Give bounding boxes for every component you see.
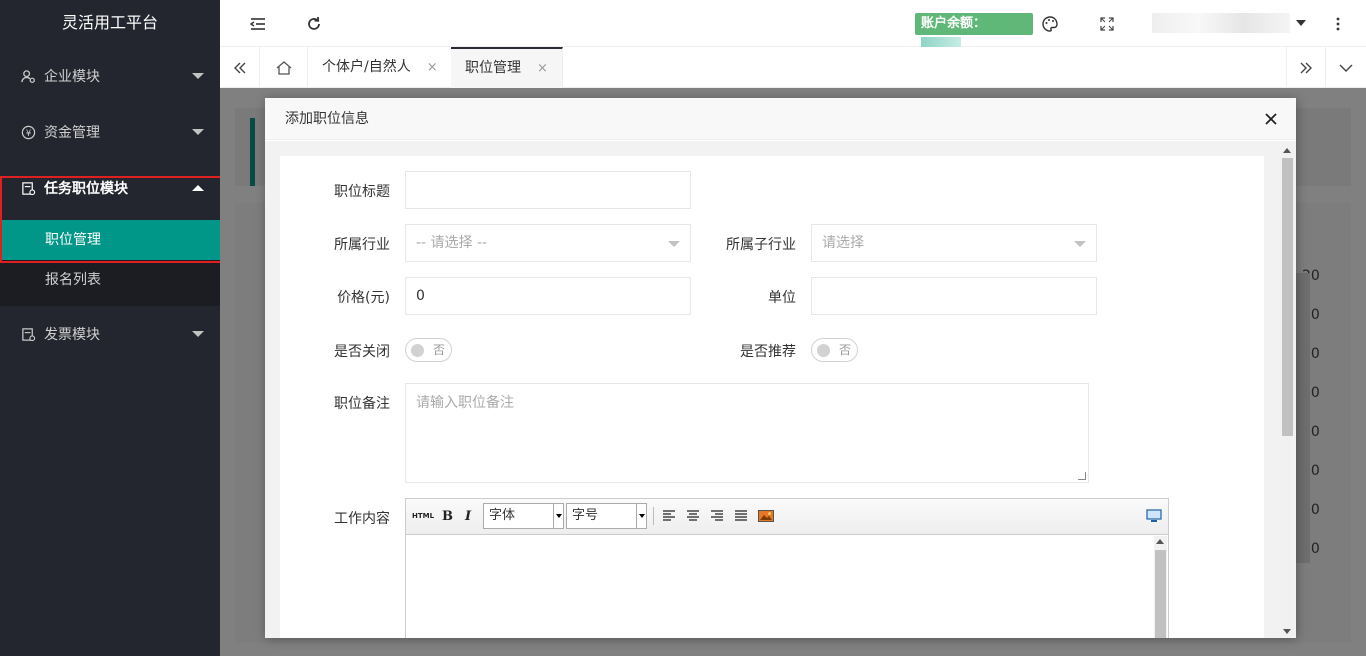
insert-image-icon[interactable] xyxy=(758,507,774,525)
yen-icon: ¥ xyxy=(20,124,36,140)
sidebar-submenu: 职位管理 报名列表 xyxy=(0,220,220,306)
sidebar-item-label: 企业模块 xyxy=(44,69,100,85)
home-icon[interactable] xyxy=(260,47,308,88)
sidebar-item-enterprise[interactable]: 企业模块 xyxy=(0,48,220,104)
title-label: 职位标题 xyxy=(334,184,390,200)
chevron-down-icon xyxy=(636,504,646,528)
recommend-toggle[interactable]: 否 xyxy=(811,338,858,362)
price-label: 价格(元) xyxy=(337,290,390,306)
sub-industry-placeholder: 请选择 xyxy=(822,235,864,251)
toggle-knob xyxy=(817,344,830,357)
font-family-select[interactable]: 字体 xyxy=(483,503,564,529)
sub-industry-select[interactable]: 请选择 xyxy=(811,224,1097,262)
background-scrollbar xyxy=(1296,273,1310,563)
close-icon[interactable] xyxy=(1260,108,1282,130)
toggle-knob xyxy=(411,344,424,357)
remark-placeholder: 请输入职位备注 xyxy=(416,395,514,411)
chevron-down-icon xyxy=(1074,241,1086,247)
sidebar-subitem-position-management[interactable]: 职位管理 xyxy=(0,220,220,260)
more-vertical-icon[interactable] xyxy=(1326,12,1350,36)
editor-toolbar: HTML B I 字体 字号 xyxy=(406,499,1168,535)
resize-handle[interactable] xyxy=(1078,472,1086,480)
align-left-icon[interactable] xyxy=(662,507,676,525)
italic-button[interactable]: I xyxy=(465,507,471,525)
scroll-thumb[interactable] xyxy=(1282,158,1293,436)
closed-toggle[interactable]: 否 xyxy=(405,338,452,362)
align-center-icon[interactable] xyxy=(686,507,700,525)
app-title: 灵活用工平台 xyxy=(61,13,158,32)
tab-label: 个体户/自然人 xyxy=(322,59,411,75)
tab-position-management[interactable]: 职位管理 × xyxy=(451,47,563,88)
caret-down-icon[interactable] xyxy=(1296,20,1306,26)
sub-industry-label: 所属子行业 xyxy=(726,237,796,253)
remark-textarea[interactable]: 请输入职位备注 xyxy=(405,383,1089,483)
tabs-dropdown-icon[interactable] xyxy=(1326,47,1366,88)
scroll-up-arrow[interactable] xyxy=(1283,148,1291,153)
rich-text-editor[interactable]: HTML B I 字体 字号 xyxy=(405,498,1169,638)
close-icon[interactable]: × xyxy=(427,60,438,75)
theme-palette-icon[interactable] xyxy=(1038,12,1062,36)
chevron-down-icon xyxy=(192,73,204,79)
industry-placeholder: -- 请选择 -- xyxy=(416,235,488,251)
tab-bar: 个体户/自然人 × 职位管理 × xyxy=(220,47,1366,88)
chevron-down-icon xyxy=(668,241,680,247)
tabs-scroll-left-icon[interactable] xyxy=(220,47,260,88)
industry-label: 所属行业 xyxy=(334,237,390,253)
toolbar-divider xyxy=(653,507,654,525)
scroll-down-arrow[interactable] xyxy=(1283,629,1291,634)
align-justify-icon[interactable] xyxy=(734,507,748,525)
refresh-icon[interactable] xyxy=(302,12,326,36)
fullscreen-icon[interactable] xyxy=(1095,12,1119,36)
closed-label: 是否关闭 xyxy=(334,344,390,360)
chevron-down-icon xyxy=(192,129,204,135)
sidebar-item-invoice[interactable]: 发票模块 xyxy=(0,306,220,362)
bold-button[interactable]: B xyxy=(442,507,453,525)
sidebar-item-task-position[interactable]: 任务职位模块 xyxy=(0,160,220,216)
chevron-down-icon xyxy=(553,504,563,528)
fullscreen-preview-icon[interactable] xyxy=(1146,507,1162,525)
position-form: 职位标题 所属行业 -- 请选择 -- 所属子行业 请选择 价格(元) 0 单位… xyxy=(280,156,1264,638)
add-position-dialog: 添加职位信息 职位标题 所属行业 -- 请选择 -- 所属子行业 请选择 价格(… xyxy=(265,98,1296,638)
size-select-label: 字号 xyxy=(572,508,599,523)
recommend-label: 是否推荐 xyxy=(740,344,796,360)
toggle-text: 否 xyxy=(433,343,446,357)
editor-scrollbar[interactable] xyxy=(1154,536,1167,638)
balance-label: 账户余额： xyxy=(921,16,987,31)
unit-label: 单位 xyxy=(768,290,796,306)
chevron-up-icon xyxy=(192,185,204,191)
toggle-text: 否 xyxy=(839,343,852,357)
unit-input[interactable] xyxy=(811,277,1097,315)
tab-label: 职位管理 xyxy=(465,60,521,76)
price-input[interactable]: 0 xyxy=(405,277,691,315)
task-icon xyxy=(20,180,36,196)
font-select-label: 字体 xyxy=(489,508,516,523)
align-right-icon[interactable] xyxy=(710,507,724,525)
menu-collapse-icon[interactable] xyxy=(246,12,270,36)
user-settings-icon xyxy=(20,68,36,84)
remark-label: 职位备注 xyxy=(334,396,390,412)
sidebar-subitem-signup-list[interactable]: 报名列表 xyxy=(0,260,220,300)
svg-text:¥: ¥ xyxy=(25,127,31,137)
tab-individual[interactable]: 个体户/自然人 × xyxy=(308,47,453,88)
sidebar-item-finance[interactable]: ¥ 资金管理 xyxy=(0,104,220,160)
dialog-body: 职位标题 所属行业 -- 请选择 -- 所属子行业 请选择 价格(元) 0 单位… xyxy=(265,141,1296,638)
close-icon[interactable]: × xyxy=(537,61,548,76)
position-title-input[interactable] xyxy=(405,171,691,209)
user-name-redacted[interactable] xyxy=(1152,13,1290,33)
account-balance-badge: 账户余额： xyxy=(915,13,1033,55)
sidebar-item-label: 任务职位模块 xyxy=(44,181,128,197)
industry-select[interactable]: -- 请选择 -- xyxy=(405,224,691,262)
top-header: 账户余额： xyxy=(220,0,1366,55)
sidebar: 灵活用工平台 企业模块 ¥ 资金管理 任务职位模块 职位管理 报名列表 发票模块 xyxy=(0,0,222,656)
invoice-icon xyxy=(20,326,36,342)
sidebar-item-label: 发票模块 xyxy=(44,327,100,343)
chevron-down-icon xyxy=(192,331,204,337)
font-size-select[interactable]: 字号 xyxy=(566,503,647,529)
sidebar-item-label: 资金管理 xyxy=(44,125,100,141)
dialog-title: 添加职位信息 xyxy=(265,98,1296,140)
tabs-scroll-right-icon[interactable] xyxy=(1286,47,1326,88)
html-source-button[interactable]: HTML xyxy=(412,507,434,525)
content-label: 工作内容 xyxy=(334,511,390,527)
dialog-scrollbar[interactable] xyxy=(1281,146,1294,636)
